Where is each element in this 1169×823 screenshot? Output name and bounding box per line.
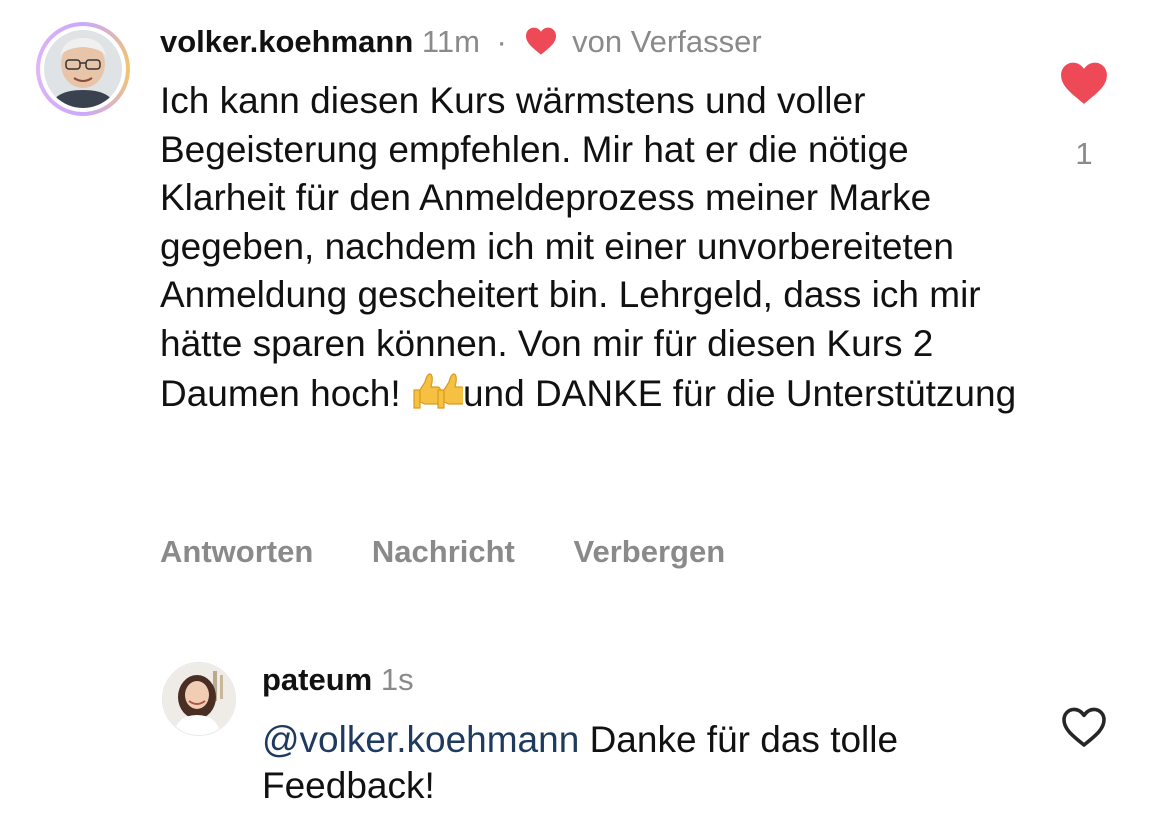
reply-meta: pateum 1s	[262, 660, 414, 700]
comment-text-part2: und DANKE für die Unterstützung	[462, 373, 1017, 414]
meta-separator: ·	[496, 24, 507, 59]
message-button[interactable]: Nachricht	[372, 534, 515, 569]
comment-meta: volker.koehmann 11m · von Verfasser	[160, 22, 762, 66]
avatar-ring-gap	[40, 26, 126, 112]
avatar[interactable]	[44, 30, 122, 108]
reply-username[interactable]: pateum	[262, 662, 372, 697]
comment-actions: Antworten Nachricht Verbergen	[160, 532, 775, 572]
comment-username[interactable]: volker.koehmann	[160, 24, 413, 59]
like-button[interactable]	[1059, 60, 1109, 111]
reply-text: @volker.koehmann Danke für das tolle Fee…	[262, 717, 1042, 809]
hide-button[interactable]: Verbergen	[574, 534, 726, 569]
heart-filled-icon	[1061, 62, 1107, 104]
comment-text-part1: Ich kann diesen Kurs wärmstens und volle…	[160, 80, 981, 414]
comment-text: Ich kann diesen Kurs wärmstens und volle…	[160, 77, 1040, 419]
reply-time: 1s	[380, 662, 414, 697]
heart-outline-icon	[1062, 707, 1106, 747]
reply-avatar[interactable]	[162, 662, 236, 736]
mention-link[interactable]: @volker.koehmann	[262, 719, 579, 760]
comment-time: 11m	[421, 24, 480, 59]
liked-by-author-label: von Verfasser	[572, 24, 762, 59]
thumbs-up-icon	[411, 368, 467, 412]
reply-button[interactable]: Antworten	[160, 534, 313, 569]
reply-like-button[interactable]	[1060, 705, 1108, 754]
like-count[interactable]: 1	[1060, 136, 1108, 172]
heart-filled-icon	[524, 26, 558, 66]
avatar-story-ring[interactable]	[36, 22, 130, 116]
